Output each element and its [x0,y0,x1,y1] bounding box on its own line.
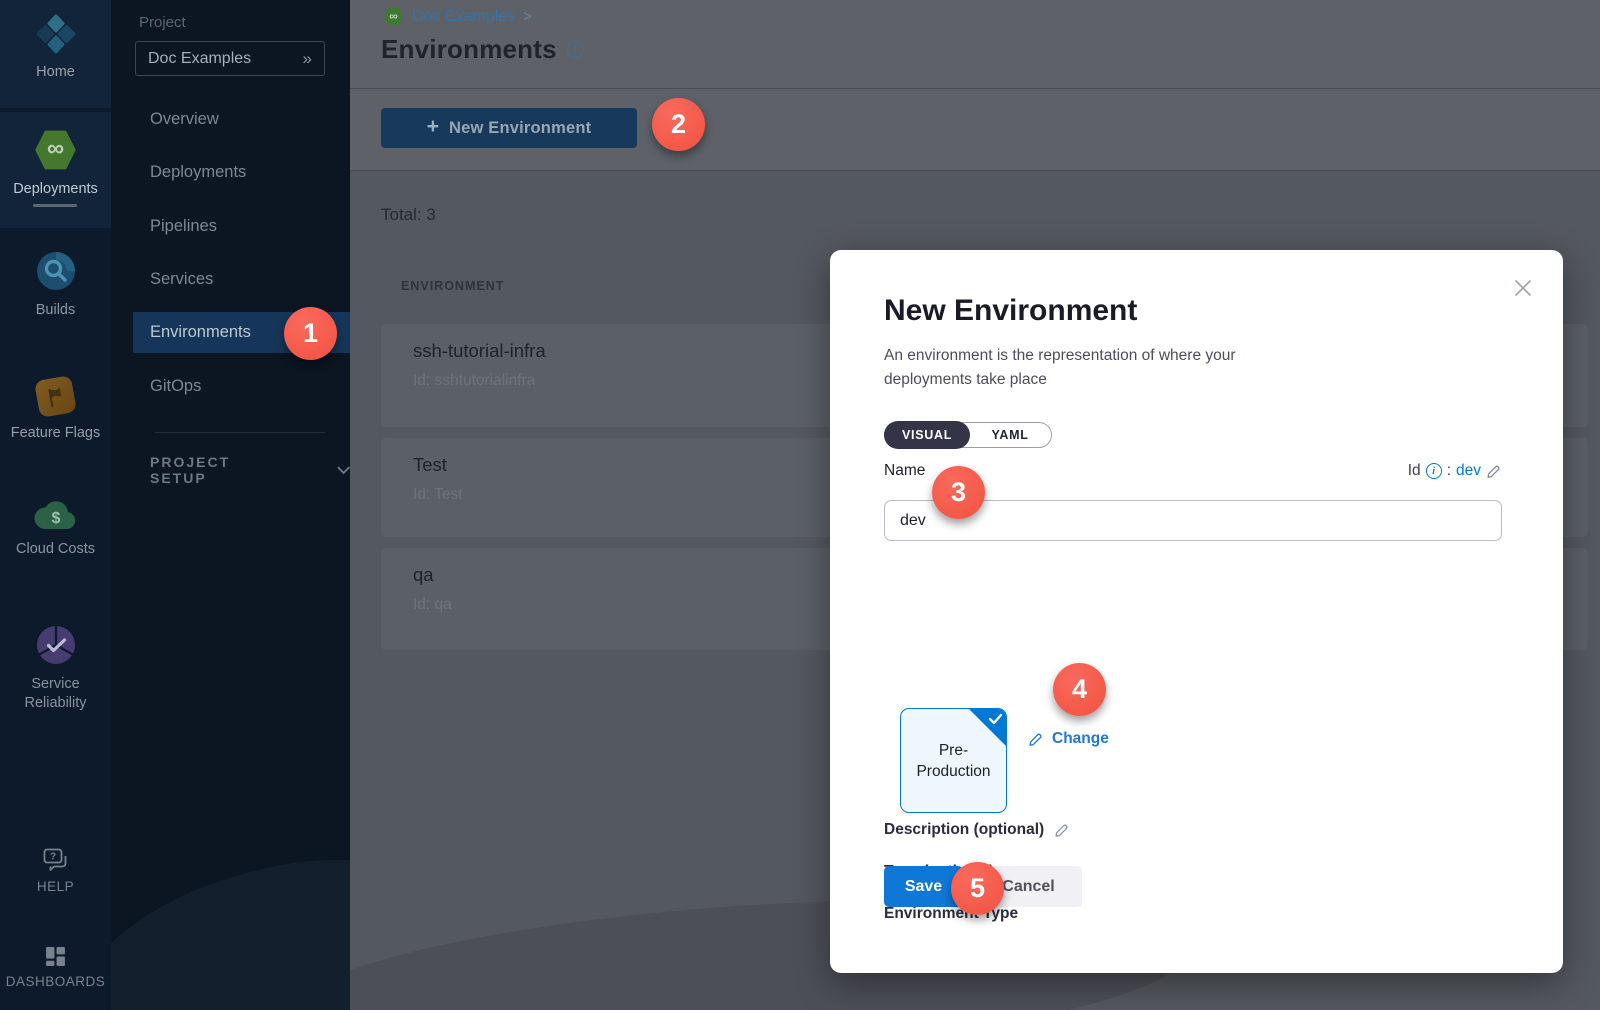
environment-id: Id: qa [413,596,452,614]
infinity-icon: ∞ [389,10,398,22]
rail-item-deployments[interactable]: ∞ Deployments [0,112,111,228]
new-environment-modal: New Environment An environment is the re… [830,250,1563,973]
check-icon [988,713,1003,725]
svg-text:$: $ [51,510,60,527]
project-label: Project [139,14,186,31]
environment-type-value: Pre-Production [901,740,1006,782]
page-title-row: Environments i [381,34,584,65]
breadcrumb-project-link[interactable]: Doc Examples [412,8,515,26]
environment-column-header: ENVIRONMENT [401,279,504,293]
sidebar-item-pipelines[interactable]: Pipelines [111,211,350,241]
id-label: Id [1408,462,1421,480]
project-setup-toggle[interactable]: PROJECT SETUP [150,454,350,486]
header-divider [350,88,1600,89]
environment-type-card-pre-production[interactable]: Pre-Production [900,708,1007,813]
module-rail: Home ∞ Deployments Builds [0,0,111,1010]
help-chat-icon: ? [43,848,69,872]
info-icon[interactable]: i [567,41,584,58]
breadcrumb: ∞ Doc Examples > [383,7,532,26]
chevron-right-icon: > [523,8,532,25]
dashboards-icon [45,946,66,967]
double-chevron-icon: » [303,49,312,69]
edit-id-pencil-icon[interactable] [1486,463,1502,479]
description-label: Description (optional) [884,821,1044,839]
environment-type-row: Environment Type [884,905,1018,923]
project-sidebar: Project Doc Examples » Overview Deployme… [111,0,350,1010]
environment-name: Test [413,454,447,476]
id-separator: : [1447,462,1451,480]
tab-visual[interactable]: VISUAL [884,421,970,449]
project-selector[interactable]: Doc Examples » [135,41,325,76]
info-icon[interactable]: i [1426,463,1442,479]
annotation-badge-4: 4 [1053,663,1106,716]
sidebar-wave-decoration [111,816,350,1010]
feature-flags-icon [34,375,77,418]
id-value-link[interactable]: dev [1456,462,1481,480]
app-window: ∞ Doc Examples > Environments i + New En… [0,0,1600,1010]
svg-text:?: ? [49,852,55,863]
sidebar-item-deployments[interactable]: Deployments [111,157,350,187]
name-label: Name [884,462,925,480]
active-module-underline [33,204,77,207]
modal-subtitle: An environment is the representation of … [884,344,1314,392]
sidebar-item-gitops[interactable]: GitOps [111,371,350,401]
project-hexagon-icon: ∞ [383,7,404,26]
rail-item-dashboards[interactable]: DASHBOARDS [0,946,111,1010]
edit-description-pencil-icon[interactable] [1054,822,1070,838]
entity-id-group: Id i : dev [1408,462,1502,480]
deployments-icon: ∞ [33,129,79,171]
cloud-costs-icon: $ [34,498,78,531]
modal-title: New Environment [884,294,1137,328]
rail-item-builds[interactable]: Builds [0,250,111,340]
environment-name: qa [413,564,434,586]
plus-icon: + [427,115,439,139]
rail-item-home[interactable]: Home [0,0,111,108]
builds-icon [35,250,77,292]
rail-item-feature-flags[interactable]: Feature Flags [0,378,111,470]
new-environment-button[interactable]: + New Environment [381,108,637,148]
annotation-badge-5: 5 [951,862,1004,915]
service-reliability-icon [35,624,77,666]
environment-type-label: Environment Type [884,905,1018,923]
environment-id: Id: sshtutorialinfra [413,372,535,390]
description-row: Description (optional) [884,821,1070,839]
rail-item-cloud-costs[interactable]: $ Cloud Costs [0,498,111,588]
annotation-badge-3: 3 [932,466,985,519]
sidebar-item-overview[interactable]: Overview [111,104,350,134]
sidebar-item-services[interactable]: Services [111,264,350,294]
sidebar-divider [155,432,325,433]
chevron-down-icon [337,466,350,475]
rail-item-service-reliability[interactable]: Service Reliability [0,624,111,734]
home-icon [36,14,76,54]
change-environment-type-link[interactable]: Change [1028,730,1109,748]
annotation-badge-1: 1 [284,307,337,360]
project-name: Doc Examples [148,50,297,68]
tab-yaml[interactable]: YAML [969,422,1051,448]
edit-pencil-icon [1028,731,1044,747]
page-title: Environments [381,34,557,65]
visual-yaml-toggle: VISUAL YAML [884,422,1052,448]
annotation-badge-2: 2 [652,98,705,151]
environment-name: ssh-tutorial-infra [413,340,546,362]
close-icon[interactable] [1513,278,1533,298]
total-count: Total: 3 [381,205,436,225]
rail-item-help[interactable]: ? HELP [0,848,111,920]
toolbar-divider [350,170,1600,171]
environment-id: Id: Test [413,486,463,504]
